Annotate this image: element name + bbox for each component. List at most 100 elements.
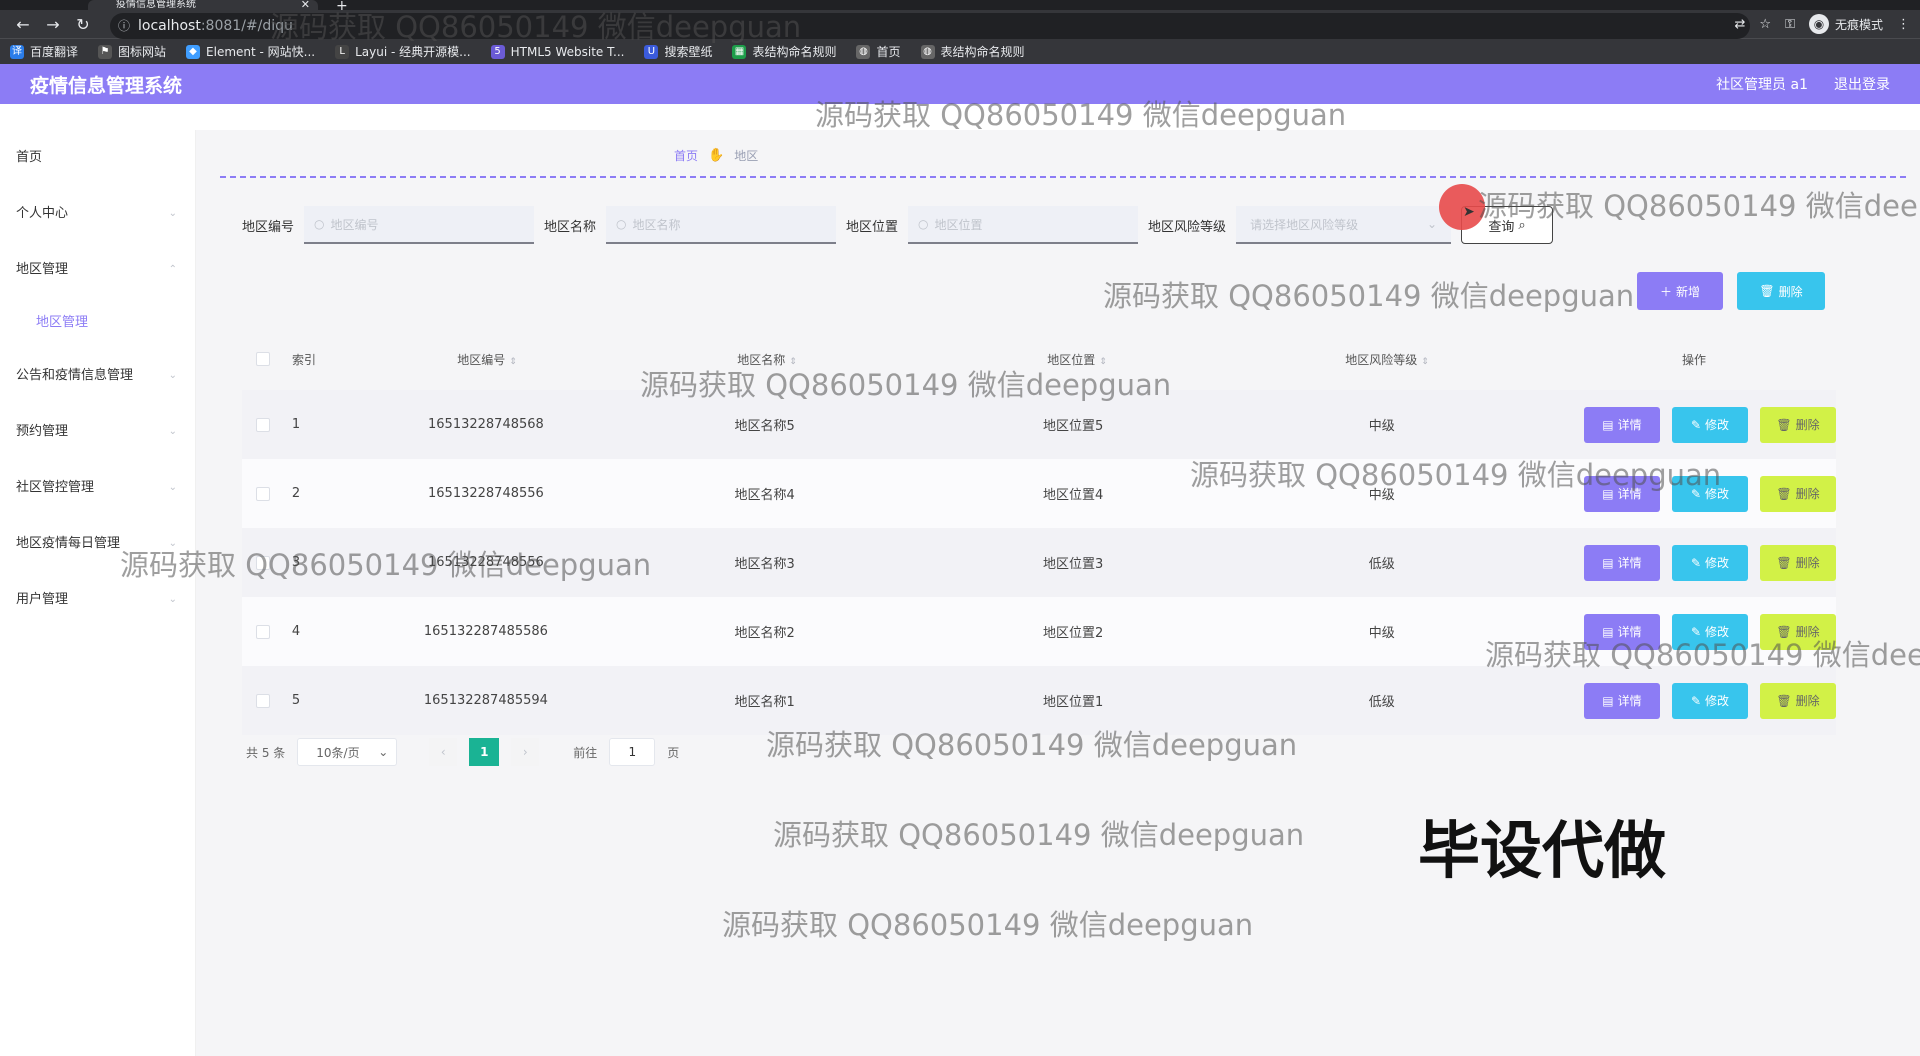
pencil-icon: ✎ bbox=[1690, 555, 1701, 570]
detail-button[interactable]: ▤ 详情 bbox=[1583, 544, 1660, 581]
add-button[interactable]: ＋新增 bbox=[1637, 272, 1723, 310]
search-form: 地区编号 ○ 地区编号 地区名称 ○ 地区名称 地区位置 ○ 地区位置 地区风险等级 … bbox=[242, 206, 1554, 244]
sidebar-item-community[interactable]: 社区管控管理 ⌄ bbox=[0, 460, 195, 516]
sidebar-item-region[interactable]: 地区管理 ⌃ bbox=[0, 242, 195, 298]
bookmark-item[interactable]: ◍ 首页 bbox=[856, 43, 901, 60]
bookmark-item[interactable]: 5 HTML5 Website T... bbox=[490, 44, 624, 59]
table-row: 4 165132287485586 地区名称2 地区位置2 中级 ▤ 详情 ✎ 修改… bbox=[242, 597, 1836, 666]
row-checkbox[interactable] bbox=[256, 417, 270, 432]
sheet-icon: ▦ bbox=[732, 44, 747, 59]
pagination: 共 5 条 10条/页 ⌄ ‹ 1 › 前往 1 页 bbox=[246, 738, 679, 766]
next-page-icon[interactable]: › bbox=[511, 738, 540, 766]
url-host: localhost bbox=[138, 18, 201, 34]
sidebar-item-daily[interactable]: 地区疫情每日管理 ⌄ bbox=[0, 516, 195, 572]
wallpaper-icon: U bbox=[644, 44, 659, 59]
breadcrumb-home[interactable]: 首页 bbox=[674, 147, 698, 164]
bookmark-item[interactable]: 译百度翻译 bbox=[10, 43, 78, 60]
detail-button[interactable]: ▤ 详情 bbox=[1583, 613, 1660, 650]
row-checkbox[interactable] bbox=[256, 555, 270, 570]
table-row: 5 165132287485594 地区名称1 地区位置1 低级 ▤ 详情 ✎ 修改… bbox=[242, 666, 1836, 735]
goto-input[interactable]: 1 bbox=[609, 738, 656, 766]
forward-icon[interactable]: → bbox=[38, 15, 68, 34]
chevron-down-icon: ⌄ bbox=[168, 208, 177, 219]
info-icon[interactable]: ⓘ bbox=[118, 13, 130, 39]
chevron-up-icon: ⌃ bbox=[168, 264, 177, 275]
logout-link[interactable]: 退出登录 bbox=[1834, 74, 1890, 94]
element-icon: ◆ bbox=[186, 44, 201, 59]
page-size-select[interactable]: 10条/页 ⌄ bbox=[297, 738, 398, 766]
url-input[interactable]: ⓘ localhost:8081/#/diqu bbox=[110, 13, 1750, 39]
menu-dots-icon[interactable]: ⋮ bbox=[1897, 17, 1910, 32]
bookmark-item[interactable]: ▦ 表结构命名规则 bbox=[732, 43, 836, 60]
edit-button[interactable]: ✎ 修改 bbox=[1671, 613, 1748, 650]
sidebar-item-booking[interactable]: 预约管理 ⌄ bbox=[0, 404, 195, 460]
code-input[interactable]: ○ 地区编号 bbox=[304, 206, 535, 244]
sort-icon[interactable]: ⇕ bbox=[789, 357, 797, 367]
col-name[interactable]: 地区名称 ⇕ bbox=[602, 351, 932, 368]
delete-button[interactable]: 🗑 删除 bbox=[1759, 613, 1836, 650]
edit-button[interactable]: ✎ 修改 bbox=[1671, 406, 1748, 443]
edit-button[interactable]: ✎ 修改 bbox=[1671, 544, 1748, 581]
sidebar-item-users[interactable]: 用户管理 ⌄ bbox=[0, 572, 195, 628]
batch-delete-button[interactable]: 🗑 删除 bbox=[1737, 272, 1825, 310]
row-checkbox[interactable] bbox=[256, 486, 270, 501]
pos-label: 地区位置 bbox=[846, 219, 899, 235]
search-icon: ○ bbox=[616, 217, 627, 231]
sort-icon[interactable]: ⇕ bbox=[1099, 357, 1107, 367]
sidebar-item-home[interactable]: 首页 bbox=[0, 130, 195, 186]
bookmark-item[interactable]: ◆ Element - 网站快... bbox=[186, 43, 315, 60]
bookmark-item[interactable]: ⚑ 图标网站 bbox=[98, 43, 166, 60]
chevron-down-icon: ⌄ bbox=[1427, 217, 1438, 231]
sort-icon[interactable]: ⇕ bbox=[1421, 357, 1429, 367]
doc-icon: ▤ bbox=[1602, 486, 1614, 501]
sidebar-subitem-region-manage[interactable]: 地区管理 bbox=[0, 298, 195, 348]
back-icon[interactable]: ← bbox=[8, 15, 38, 34]
delete-button[interactable]: 🗑 删除 bbox=[1759, 406, 1836, 443]
chevron-down-icon: ⌄ bbox=[168, 370, 177, 381]
html5-icon: 5 bbox=[490, 44, 505, 59]
browser-tab[interactable]: 疫情信息管理系统 ✕ bbox=[88, 0, 318, 10]
edit-button[interactable]: ✎ 修改 bbox=[1671, 682, 1748, 719]
detail-button[interactable]: ▤ 详情 bbox=[1583, 406, 1660, 443]
page-current[interactable]: 1 bbox=[469, 738, 500, 766]
delete-button[interactable]: 🗑 删除 bbox=[1759, 682, 1836, 719]
sidebar-item-notice[interactable]: 公告和疫情信息管理 ⌄ bbox=[0, 348, 195, 404]
col-pos[interactable]: 地区位置 ⇕ bbox=[932, 351, 1222, 368]
incognito-badge[interactable]: ◉ 无痕模式 bbox=[1808, 14, 1883, 34]
reload-icon[interactable]: ↻ bbox=[68, 15, 98, 34]
row-checkbox[interactable] bbox=[256, 624, 270, 639]
app-title: 疫情信息管理系统 bbox=[30, 74, 183, 97]
divider bbox=[220, 176, 1906, 178]
sort-icon[interactable]: ⇕ bbox=[509, 357, 517, 367]
bookmarks-bar: 译百度翻译 ⚑ 图标网站 ◆ Element - 网站快... L Layui - 经… bbox=[0, 38, 1920, 64]
risk-select[interactable]: 请选择地区风险等级 ⌄ bbox=[1236, 206, 1452, 244]
delete-button[interactable]: 🗑 删除 bbox=[1759, 544, 1836, 581]
edit-button[interactable]: ✎ 修改 bbox=[1671, 475, 1748, 512]
incognito-icon: ◉ bbox=[1808, 14, 1829, 34]
pos-input[interactable]: ○ 地区位置 bbox=[908, 206, 1139, 244]
sidebar-item-profile[interactable]: 个人中心 ⌄ bbox=[0, 186, 195, 242]
bookmark-item[interactable]: ◍ 表结构命名规则 bbox=[920, 43, 1025, 60]
bookmark-item[interactable]: U 搜索壁纸 bbox=[644, 43, 712, 60]
row-checkbox[interactable] bbox=[256, 693, 270, 708]
trash-icon: 🗑 bbox=[1776, 486, 1792, 501]
col-op: 操作 bbox=[1681, 352, 1706, 367]
star-icon[interactable]: ☆ bbox=[1759, 17, 1771, 32]
col-code[interactable]: 地区编号 ⇕ bbox=[372, 351, 602, 368]
select-all-checkbox[interactable] bbox=[256, 352, 270, 366]
detail-button[interactable]: ▤ 详情 bbox=[1583, 475, 1660, 512]
cursor-highlight bbox=[1439, 184, 1485, 230]
delete-button[interactable]: 🗑 删除 bbox=[1759, 475, 1836, 512]
trash-icon: 🗑 bbox=[1776, 624, 1792, 639]
key-icon[interactable]: ⚿ bbox=[1785, 17, 1795, 32]
translate-icon[interactable]: ⇄ bbox=[1735, 17, 1746, 32]
col-risk[interactable]: 地区风险等级 ⇕ bbox=[1222, 351, 1552, 368]
name-input[interactable]: ○ 地区名称 bbox=[606, 206, 837, 244]
detail-button[interactable]: ▤ 详情 bbox=[1583, 682, 1660, 719]
tab-close-icon[interactable]: ✕ bbox=[301, 0, 310, 10]
table-header: 索引 地区编号 ⇕ 地区名称 ⇕ 地区位置 ⇕ 地区风险等级 ⇕ 操作 bbox=[242, 328, 1836, 390]
current-user[interactable]: 社区管理员 a1 bbox=[1716, 74, 1808, 94]
chevron-down-icon: ⌄ bbox=[168, 538, 177, 549]
bookmark-item[interactable]: L Layui - 经典开源模... bbox=[335, 43, 471, 60]
prev-page-icon[interactable]: ‹ bbox=[429, 738, 458, 766]
